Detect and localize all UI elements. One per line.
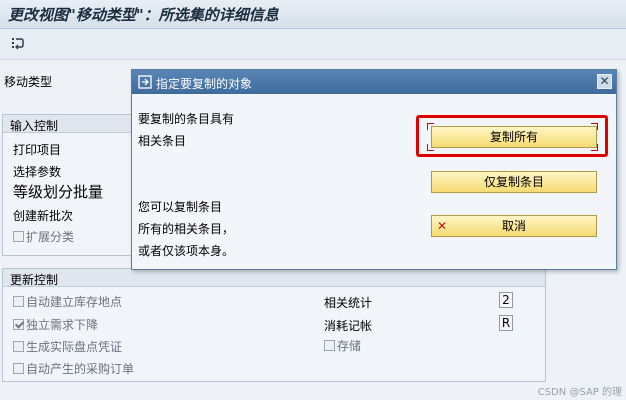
auto-create-storage-label: 自动建立库存地点 <box>26 295 123 309</box>
related-stats-field[interactable]: 2 <box>499 292 513 308</box>
dialog-window-icon <box>138 75 152 89</box>
highlight-box <box>416 115 608 157</box>
dialog-line2: 相关条目 <box>138 134 187 148</box>
window-title: 更改视图"移动类型"：所选集的详细信息 <box>8 6 279 24</box>
copy-only-button[interactable]: 仅复制条目 <box>431 171 597 193</box>
dialog-line4: 所有的相关条目， <box>138 222 235 236</box>
focus-corner-tl <box>427 123 434 130</box>
focus-corner-bl <box>427 144 434 151</box>
copy-only-label: 仅复制条目 <box>483 175 544 189</box>
toolbar <box>0 29 626 60</box>
related-stats-label: 相关统计 <box>324 296 373 310</box>
print-item-label: 打印项目 <box>13 143 62 157</box>
independent-req-checkbox[interactable] <box>13 319 24 330</box>
cancel-button[interactable]: ✕ 取消 <box>431 215 597 237</box>
input-control-header: 输入控制 <box>10 119 59 133</box>
cancel-label: 取消 <box>501 219 526 233</box>
select-detail-icon[interactable] <box>8 35 28 53</box>
watermark: CSDN @SAP 的理 <box>537 387 622 398</box>
movement-type-label: 移动类型 <box>4 75 53 89</box>
update-control-group: 更新控制 自动建立库存地点 独立需求下降 生成实际盘点凭证 自动产生的采购订单 … <box>2 268 546 382</box>
level-batch-label: 等级划分批量 <box>13 183 104 201</box>
window-titlebar: 更改视图"移动类型"：所选集的详细信息 <box>0 0 626 29</box>
auto-po-checkbox[interactable] <box>13 363 24 374</box>
storage-checkbox[interactable] <box>324 340 335 351</box>
update-control-header: 更新控制 <box>10 273 59 287</box>
select-params-label: 选择参数 <box>13 165 62 179</box>
independent-req-label: 独立需求下降 <box>26 318 99 332</box>
dialog-line5: 或者仅该项本身。 <box>138 244 235 258</box>
focus-corner-br <box>591 144 598 151</box>
input-control-group: 输入控制 打印项目 选择参数 等级划分批量 创建新批次 扩展分类 <box>2 114 144 256</box>
consumption-label: 消耗记帐 <box>324 319 373 333</box>
auto-po-label: 自动产生的采购订单 <box>26 362 135 376</box>
auto-create-storage-checkbox[interactable] <box>13 296 24 307</box>
dialog-line1: 要复制的条目具有 <box>138 112 235 126</box>
create-batch-label: 创建新批次 <box>13 209 74 223</box>
dialog-line3: 您可以复制条目 <box>138 200 223 214</box>
storage-label: 存储 <box>337 339 362 353</box>
extend-class-checkbox[interactable] <box>13 231 24 242</box>
dialog-title: 指定要复制的对象 <box>156 77 253 91</box>
gen-inventory-doc-checkbox[interactable] <box>13 341 24 352</box>
dialog-close-icon[interactable]: ✕ <box>597 74 612 89</box>
cancel-icon: ✕ <box>437 219 448 233</box>
copy-object-dialog: 指定要复制的对象 ✕ 要复制的条目具有 相关条目 您可以复制条目 所有的相关条目… <box>131 69 617 270</box>
extend-class-label: 扩展分类 <box>26 230 75 244</box>
gen-inventory-doc-label: 生成实际盘点凭证 <box>26 340 123 354</box>
dialog-titlebar: 指定要复制的对象 ✕ <box>132 70 616 94</box>
consumption-field[interactable]: R <box>499 315 513 331</box>
focus-corner-tr <box>591 123 598 130</box>
